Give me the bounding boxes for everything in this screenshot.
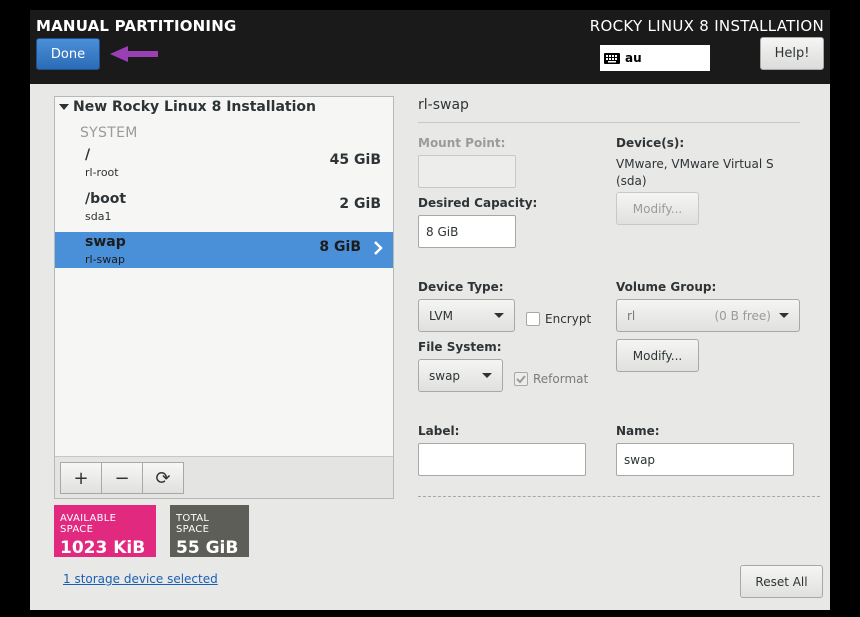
arrow-left-icon <box>110 46 158 62</box>
volume-group-label: Volume Group: <box>616 280 717 294</box>
refresh-button[interactable]: ⟳ <box>142 462 184 494</box>
reformat-label: Reformat <box>533 372 589 386</box>
add-mount-button[interactable]: + <box>60 462 102 494</box>
mount-point-field[interactable] <box>418 155 516 188</box>
volume-group-value: rl <box>627 308 636 323</box>
refresh-icon: ⟳ <box>155 467 171 489</box>
device-type-combo[interactable]: LVM <box>418 299 515 332</box>
mount-path: /boot <box>85 191 127 207</box>
dropdown-arrow-icon <box>779 313 789 318</box>
mount-point-label: Mount Point: <box>418 136 506 150</box>
chevron-right-icon <box>374 241 383 255</box>
reformat-checkbox[interactable] <box>514 372 528 386</box>
mount-device: sda1 <box>85 210 112 223</box>
expand-triangle-icon <box>59 104 69 110</box>
mount-row-boot[interactable]: /boot sda1 2 GiB <box>55 189 393 225</box>
total-space-label: TOTAL SPACE <box>176 513 210 535</box>
dropdown-arrow-icon <box>482 373 492 378</box>
label-field[interactable] <box>418 443 586 476</box>
remove-mount-button[interactable]: − <box>101 462 143 494</box>
file-system-label: File System: <box>418 340 502 354</box>
done-button[interactable]: Done <box>36 38 100 70</box>
mount-row-swap[interactable]: swap rl-swap 8 GiB <box>55 232 393 268</box>
available-space-box: AVAILABLE SPACE 1023 KiB <box>54 505 156 558</box>
details-title: rl-swap <box>418 97 469 113</box>
volume-group-combo[interactable]: rl (0 B free) <box>616 299 800 332</box>
help-button[interactable]: Help! <box>760 37 824 70</box>
mount-point-list-panel: New Rocky Linux 8 Installation SYSTEM / … <box>54 96 394 499</box>
keyboard-layout-label: au <box>625 51 642 65</box>
devices-label: Device(s): <box>616 136 685 150</box>
modify-devices-button[interactable]: Modify... <box>616 192 699 225</box>
volume-group-free: (0 B free) <box>714 308 771 323</box>
file-system-combo[interactable]: swap <box>418 359 503 392</box>
mount-toolbar: + − ⟳ <box>55 456 393 498</box>
name-field-label: Name: <box>616 424 660 438</box>
mount-size: 8 GiB <box>319 239 361 255</box>
available-space-label: AVAILABLE SPACE <box>60 513 117 535</box>
device-type-value: LVM <box>429 308 453 323</box>
installation-title: New Rocky Linux 8 Installation <box>73 99 316 115</box>
mount-size: 45 GiB <box>329 152 381 168</box>
mount-device: rl-swap <box>85 253 125 266</box>
page-title: MANUAL PARTITIONING <box>36 17 237 35</box>
label-field-label: Label: <box>418 424 460 438</box>
installation-group-header[interactable]: New Rocky Linux 8 Installation <box>59 99 316 115</box>
system-section-label: SYSTEM <box>80 125 138 141</box>
header-bar: MANUAL PARTITIONING ROCKY LINUX 8 INSTAL… <box>30 10 830 84</box>
mount-row-root[interactable]: / rl-root 45 GiB <box>55 145 393 181</box>
desired-capacity-label: Desired Capacity: <box>418 196 538 210</box>
available-space-value: 1023 KiB <box>60 538 146 558</box>
encrypt-checkbox[interactable] <box>526 312 540 326</box>
dropdown-arrow-icon <box>494 313 504 318</box>
plus-icon: + <box>73 467 89 489</box>
dashed-divider <box>418 496 820 497</box>
partitioning-window: MANUAL PARTITIONING ROCKY LINUX 8 INSTAL… <box>30 10 830 610</box>
desired-capacity-field[interactable]: 8 GiB <box>418 215 516 248</box>
checkmark-icon <box>516 375 526 384</box>
name-field[interactable]: swap <box>616 443 794 476</box>
mount-size: 2 GiB <box>339 196 381 212</box>
keyboard-layout-indicator[interactable]: au <box>600 45 710 71</box>
encrypt-label: Encrypt <box>545 312 592 326</box>
keyboard-icon <box>604 52 620 64</box>
mount-device: rl-root <box>85 166 119 179</box>
minus-icon: − <box>114 467 130 489</box>
title-divider <box>418 122 800 123</box>
product-title: ROCKY LINUX 8 INSTALLATION <box>589 17 824 35</box>
file-system-value: swap <box>429 368 461 383</box>
device-type-label: Device Type: <box>418 280 504 294</box>
total-space-value: 55 GiB <box>176 538 239 558</box>
reset-all-button[interactable]: Reset All <box>740 565 823 598</box>
mount-path: / <box>85 147 91 163</box>
total-space-box: TOTAL SPACE 55 GiB <box>170 505 249 558</box>
devices-value: VMware, VMware Virtual S (sda) <box>616 157 774 188</box>
modify-volume-group-button[interactable]: Modify... <box>616 339 699 372</box>
storage-device-link[interactable]: 1 storage device selected <box>63 572 218 586</box>
mount-path: swap <box>85 234 126 250</box>
